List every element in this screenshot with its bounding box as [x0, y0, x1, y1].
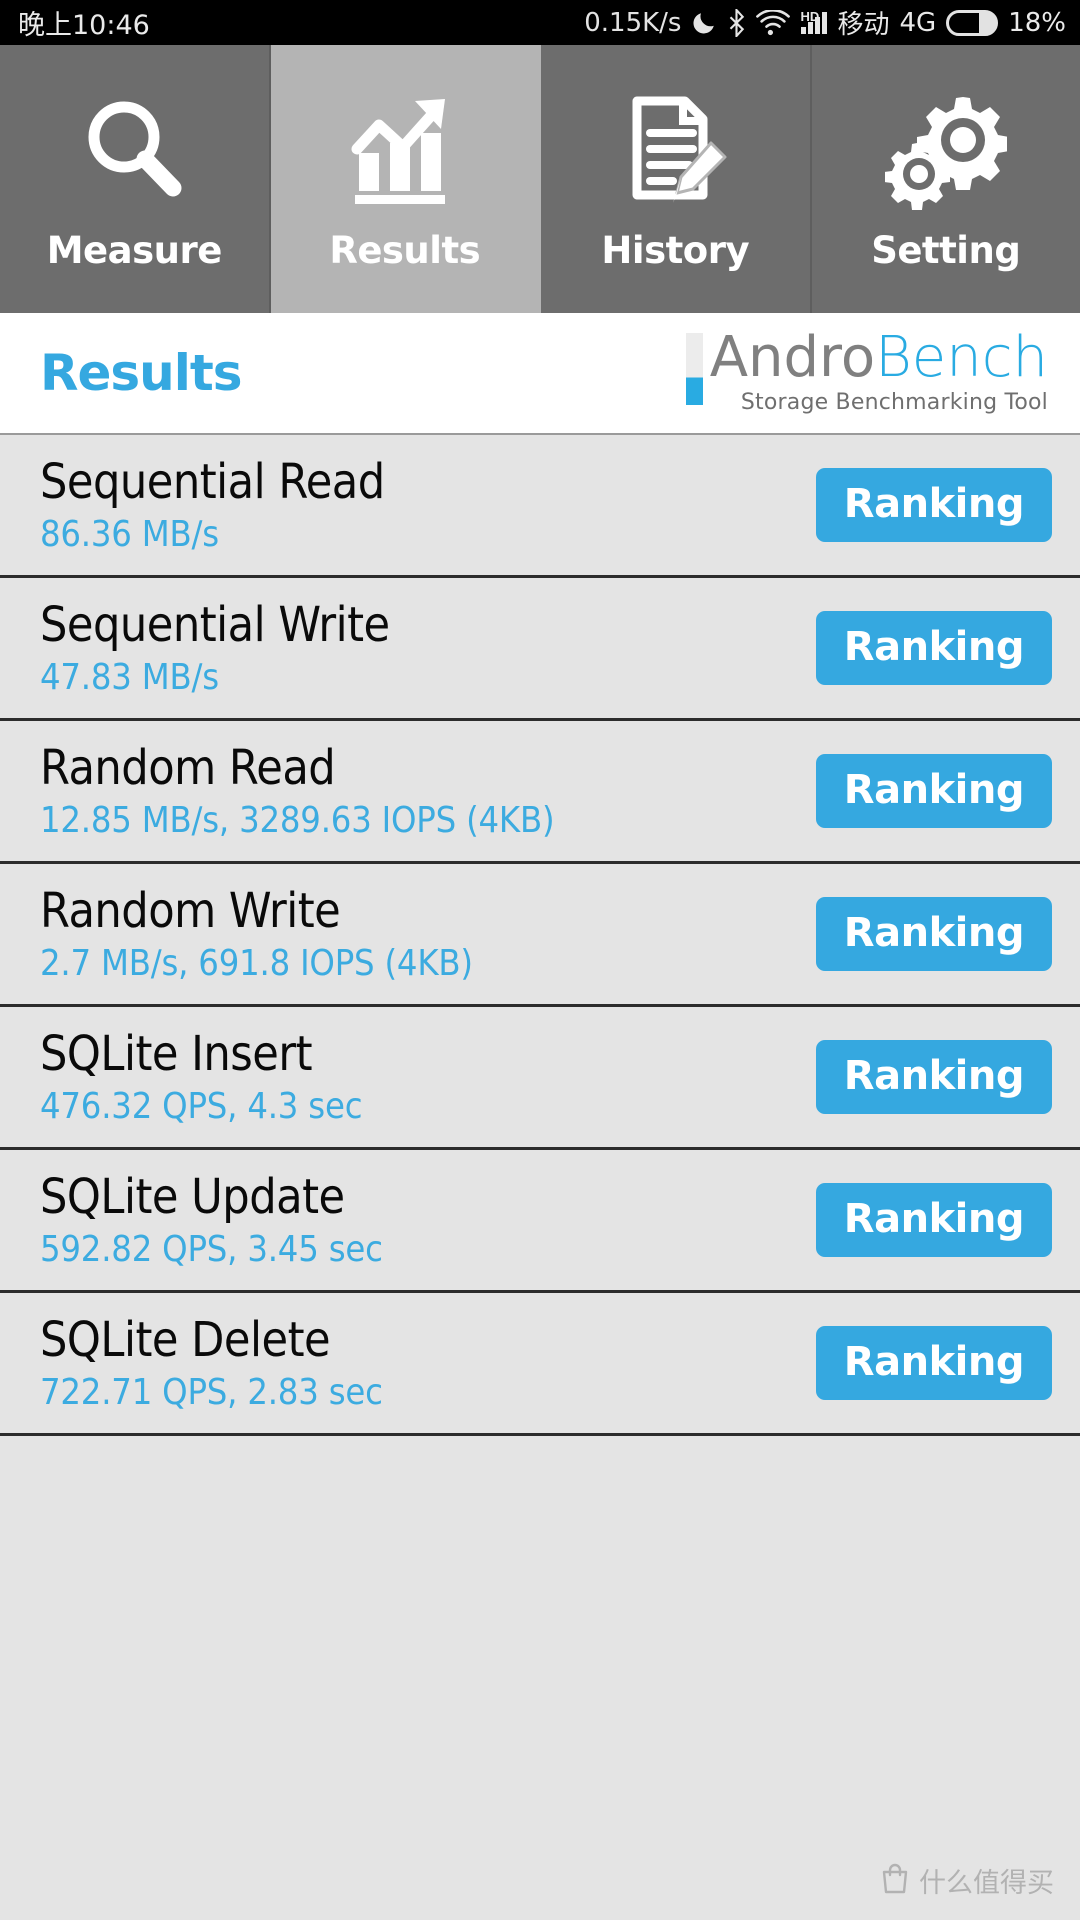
document-pencil-icon — [615, 87, 735, 215]
bluetooth-icon — [727, 8, 746, 37]
tab-measure-label: Measure — [46, 228, 223, 272]
table-row[interactable]: SQLite Delete 722.71 QPS, 2.83 sec Ranki… — [0, 1293, 1080, 1436]
logo-andro-text: Andro — [709, 325, 876, 391]
result-text-group: Sequential Read 86.36 MB/s — [40, 457, 385, 552]
result-name: Sequential Write — [40, 597, 390, 654]
result-name: Random Write — [40, 883, 341, 940]
battery-percent-label: 18% — [1008, 7, 1066, 38]
ranking-button[interactable]: Ranking — [815, 1326, 1052, 1400]
hd-signal-icon: HD — [800, 8, 828, 34]
table-row[interactable]: SQLite Insert 476.32 QPS, 4.3 sec Rankin… — [0, 1007, 1080, 1150]
result-name: Random Read — [40, 740, 336, 797]
status-bar-indicators: 0.15K/s HD 移动 4G 18% — [584, 0, 1066, 45]
hd-label: HD — [800, 8, 820, 24]
result-value: 476.32 QPS, 4.3 sec — [40, 1085, 363, 1127]
result-name: Sequential Read — [40, 454, 385, 511]
ranking-button[interactable]: Ranking — [815, 1040, 1052, 1114]
results-list: Sequential Read 86.36 MB/s Ranking Seque… — [0, 435, 1080, 1436]
do-not-disturb-moon-icon — [691, 9, 717, 37]
watermark-text: 什么值得买 — [919, 1868, 1054, 1899]
ranking-button[interactable]: Ranking — [815, 468, 1052, 542]
watermark: 什么值得买 — [880, 1861, 1054, 1900]
logo-accent-bar-icon — [685, 333, 703, 406]
status-bar: 晚上10:46 0.15K/s HD 移动 4G 18% — [0, 0, 1080, 45]
bar-chart-growth-icon — [345, 87, 465, 215]
table-row[interactable]: Sequential Write 47.83 MB/s Ranking — [0, 578, 1080, 721]
result-value: 2.7 MB/s, 691.8 IOPS (4KB) — [40, 942, 473, 984]
result-text-group: SQLite Update 592.82 QPS, 3.45 sec — [40, 1172, 383, 1267]
result-value: 47.83 MB/s — [40, 656, 219, 698]
result-name: SQLite Delete — [40, 1312, 331, 1369]
logo-bench-text: Bench — [875, 325, 1048, 391]
table-row[interactable]: SQLite Update 592.82 QPS, 3.45 sec Ranki… — [0, 1150, 1080, 1293]
result-value: 12.85 MB/s, 3289.63 IOPS (4KB) — [40, 799, 555, 841]
empty-list-area: 什么值得买 — [0, 1436, 1080, 1920]
wifi-icon — [756, 9, 791, 36]
table-row[interactable]: Random Write 2.7 MB/s, 691.8 IOPS (4KB) … — [0, 864, 1080, 1007]
table-row[interactable]: Sequential Read 86.36 MB/s Ranking — [0, 435, 1080, 578]
logo-wordmark: AndroBench — [710, 330, 1048, 386]
status-bar-clock: 晚上10:46 — [18, 10, 150, 41]
result-text-group: Random Read 12.85 MB/s, 3289.63 IOPS (4K… — [40, 740, 555, 841]
result-text-group: Random Write 2.7 MB/s, 691.8 IOPS (4KB) — [40, 886, 473, 981]
magnifier-search-icon — [74, 87, 194, 215]
ranking-button[interactable]: Ranking — [815, 897, 1052, 971]
tab-results[interactable]: Results — [270, 45, 541, 313]
network-speed-label: 0.15K/s — [584, 7, 682, 38]
gears-icon — [884, 87, 1007, 215]
tab-setting-label: Setting — [871, 228, 1021, 272]
result-name: SQLite Insert — [40, 1026, 313, 1083]
tab-setting[interactable]: Setting — [811, 45, 1080, 313]
page-title: Results — [40, 344, 243, 402]
logo-text: AndroBench Storage Benchmarking Tool — [710, 330, 1048, 415]
result-text-group: Sequential Write 47.83 MB/s — [40, 600, 390, 695]
androbench-logo: AndroBench Storage Benchmarking Tool — [685, 330, 1048, 415]
battery-icon — [946, 9, 999, 36]
tab-history-label: History — [601, 228, 750, 272]
app-screen: 晚上10:46 0.15K/s HD 移动 4G 18% Measure Res… — [0, 0, 1080, 1920]
result-name: SQLite Update — [40, 1169, 345, 1226]
ranking-button[interactable]: Ranking — [815, 754, 1052, 828]
result-text-group: SQLite Insert 476.32 QPS, 4.3 sec — [40, 1026, 363, 1127]
result-value: 722.71 QPS, 2.83 sec — [40, 1371, 383, 1413]
shopping-bag-icon — [880, 1862, 910, 1899]
result-text-group: SQLite Delete 722.71 QPS, 2.83 sec — [40, 1315, 383, 1410]
result-value: 86.36 MB/s — [40, 513, 219, 555]
ranking-button[interactable]: Ranking — [815, 1183, 1052, 1257]
carrier-label: 移动 — [837, 10, 890, 40]
tab-measure[interactable]: Measure — [0, 45, 271, 313]
network-type-label: 4G — [899, 7, 937, 38]
tab-history[interactable]: History — [541, 45, 812, 313]
page-header: Results AndroBench Storage Benchmarking … — [0, 313, 1080, 435]
main-tab-bar: Measure Results History Setting — [0, 45, 1080, 313]
logo-subtitle: Storage Benchmarking Tool — [740, 389, 1048, 415]
tab-results-label: Results — [329, 228, 481, 272]
ranking-button[interactable]: Ranking — [815, 611, 1052, 685]
table-row[interactable]: Random Read 12.85 MB/s, 3289.63 IOPS (4K… — [0, 721, 1080, 864]
result-value: 592.82 QPS, 3.45 sec — [40, 1228, 383, 1270]
